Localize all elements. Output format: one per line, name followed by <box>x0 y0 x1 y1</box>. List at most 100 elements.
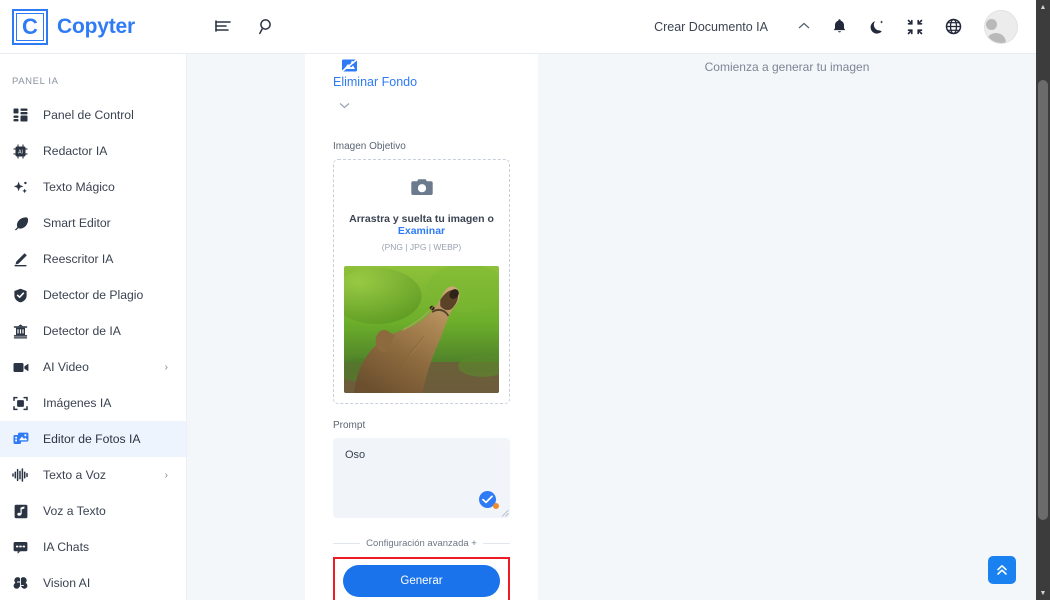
advanced-settings-row[interactable]: Configuración avanzada + <box>333 538 510 549</box>
list-menu-icon[interactable] <box>214 19 232 35</box>
header-left-icons <box>214 18 276 36</box>
prompt-input[interactable]: Oso <box>333 438 510 518</box>
music-note-icon <box>12 503 29 520</box>
svg-text:AI: AI <box>18 149 23 155</box>
prompt-value: Oso <box>345 449 366 461</box>
tool-title: Eliminar Fondo <box>333 75 418 89</box>
app-root: C Copyter Crear Documento IA PANEL IA Pa… <box>0 0 1050 600</box>
sparkles-icon <box>12 179 29 196</box>
dropzone-main-text: Arrastra y suelta tu imagen o <box>349 213 494 225</box>
scroll-to-top-button[interactable] <box>988 556 1016 584</box>
user-avatar[interactable] <box>984 9 1018 44</box>
sidebar-item-ai-video[interactable]: AI Video › <box>0 349 186 385</box>
sidebar-item-texto-a-voz[interactable]: Texto a Voz › <box>0 457 186 493</box>
brand-name: Copyter <box>57 14 135 38</box>
sidebar-item-label: IA Chats <box>43 540 90 554</box>
camera-icon <box>344 177 499 202</box>
sidebar-item-label: Texto a Voz <box>43 468 107 482</box>
create-document-control[interactable]: Crear Documento IA <box>654 20 810 34</box>
dropzone-formats: (PNG | JPG | WEBP) <box>381 242 462 252</box>
sidebar-item-label: Vision AI <box>43 576 91 590</box>
sidebar-item-label: Redactor IA <box>43 144 108 158</box>
sidebar-item-voz-a-texto[interactable]: Voz a Texto <box>0 493 186 529</box>
chevron-down-icon[interactable] <box>339 101 350 111</box>
sidebar-item-editor-de-fotos-ia[interactable]: Editor de Fotos IA <box>0 421 186 457</box>
moon-icon[interactable] <box>869 18 885 35</box>
chat-bubble-icon <box>12 539 29 556</box>
sidebar-item-label: Smart Editor <box>43 216 111 230</box>
generate-highlight-box: Generar <box>333 557 510 600</box>
dashboard-icon <box>12 107 29 124</box>
sidebar-item-label: Texto Mágico <box>43 180 115 194</box>
bell-icon[interactable] <box>832 18 847 35</box>
check-circle-icon[interactable] <box>479 491 499 509</box>
advanced-settings-label[interactable]: Configuración avanzada + <box>366 538 477 549</box>
sidebar-item-detector-de-ia[interactable]: Detector de IA <box>0 313 186 349</box>
feather-pen-icon <box>12 215 29 232</box>
remove-background-icon <box>341 58 358 73</box>
sidebar-item-label: Voz a Texto <box>43 504 106 518</box>
header-right-icons: Crear Documento IA <box>654 9 1036 44</box>
image-preview <box>344 266 499 393</box>
browser-scrollbar[interactable]: ▲ ▼ <box>1036 0 1050 600</box>
sidebar-section-label: PANEL IA <box>12 76 59 87</box>
sidebar-item-im-genes-ia[interactable]: Imágenes IA <box>0 385 186 421</box>
result-pane: Comienza a generar tu imagen <box>538 54 1036 600</box>
scrollbar-down-arrow[interactable]: ▼ <box>1036 586 1050 600</box>
tool-header[interactable]: Eliminar Fondo <box>333 54 510 111</box>
sidebar-item-panel-de-control[interactable]: Panel de Control <box>0 97 186 133</box>
brand-logo[interactable]: C Copyter <box>0 0 190 54</box>
image-dropzone[interactable]: Arrastra y suelta tu imagen o Examinar (… <box>333 159 510 404</box>
target-image-label: Imagen Objetivo <box>333 141 406 152</box>
pencil-icon <box>12 251 29 268</box>
logo-letter: C <box>22 13 38 39</box>
sidebar-item-reescritor-ia[interactable]: Reescritor IA <box>0 241 186 277</box>
left-gutter <box>187 54 305 600</box>
chevron-up-icon[interactable] <box>798 21 810 33</box>
divider-left <box>333 543 361 544</box>
sidebar-item-label: Detector de Plagio <box>43 288 144 302</box>
globe-icon[interactable] <box>945 18 962 35</box>
sidebar-item-vision-ai[interactable]: Vision AI <box>0 565 186 600</box>
chip-ai-icon: AI <box>12 143 29 160</box>
sidebar-item-label: Editor de Fotos IA <box>43 432 141 446</box>
scrollbar-up-arrow[interactable]: ▲ <box>1036 0 1050 14</box>
divider-right <box>482 543 510 544</box>
logo-mark: C <box>12 8 48 45</box>
sidebar-item-detector-de-plagio[interactable]: Detector de Plagio <box>0 277 186 313</box>
chevron-right-icon[interactable]: › <box>165 470 168 481</box>
sidebar-nav-list: Panel de Control AI Redactor IA Texto Mágic… <box>0 97 186 600</box>
robot-head-icon <box>12 323 29 340</box>
sidebar-item-label: AI Video <box>43 360 89 374</box>
sidebar-item-label: Detector de IA <box>43 324 121 338</box>
result-placeholder: Comienza a generar tu imagen <box>704 60 870 74</box>
generate-button[interactable]: Generar <box>343 565 500 597</box>
brain-icon <box>12 575 29 592</box>
prompt-label: Prompt <box>333 420 366 431</box>
video-camera-icon <box>12 359 29 376</box>
compress-icon[interactable] <box>907 19 923 35</box>
status-dot <box>493 503 499 509</box>
shield-check-icon <box>12 287 29 304</box>
image-frame-icon <box>12 395 29 412</box>
sidebar-item-label: Reescritor IA <box>43 252 114 266</box>
main-area: Eliminar Fondo Imagen Objetivo Arrastra … <box>187 54 1036 600</box>
scrollbar-thumb[interactable] <box>1038 80 1048 520</box>
sidebar-item-label: Imágenes IA <box>43 396 112 410</box>
chevron-right-icon[interactable]: › <box>165 362 168 373</box>
top-header: C Copyter Crear Documento IA <box>0 0 1036 54</box>
bear-photo <box>344 266 499 393</box>
sidebar-item-ia-chats[interactable]: IA Chats <box>0 529 186 565</box>
sidebar-item-label: Panel de Control <box>43 108 134 122</box>
search-icon[interactable] <box>258 18 276 36</box>
sidebar-item-texto-m-gico[interactable]: Texto Mágico <box>0 169 186 205</box>
create-document-label: Crear Documento IA <box>654 19 768 34</box>
sidebar-item-redactor-ia[interactable]: AI Redactor IA <box>0 133 186 169</box>
resize-grip-icon[interactable] <box>500 508 509 517</box>
photo-edit-icon <box>12 431 29 448</box>
browse-link[interactable]: Examinar <box>398 225 445 237</box>
waveform-icon <box>12 467 29 484</box>
sidebar-item-smart-editor[interactable]: Smart Editor <box>0 205 186 241</box>
avatar-head <box>985 18 997 30</box>
dropzone-text: Arrastra y suelta tu imagen o Examinar <box>344 213 499 237</box>
